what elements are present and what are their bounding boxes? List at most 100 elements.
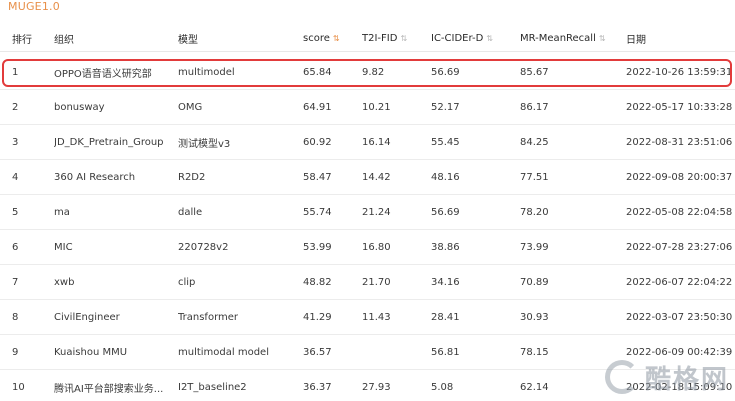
board-title: MUGE1.0: [8, 0, 60, 13]
cell-score: 64.91: [303, 101, 332, 113]
cell-score: 48.82: [303, 276, 332, 288]
cell-cider: 56.69: [431, 206, 460, 218]
cell-recall: 70.89: [520, 276, 549, 288]
sort-icon[interactable]: ⇅: [599, 34, 606, 43]
cell-model: OMG: [178, 101, 203, 113]
cell-rank: 8: [12, 311, 19, 323]
cell-rank: 4: [12, 171, 19, 183]
cell-org: Kuaishou MMU: [54, 346, 128, 358]
table-row[interactable]: 7 xwb clip 48.82 21.70 34.16 70.89 2022-06-07 2…: [0, 265, 735, 300]
cell-date: 2022-03-07 23:50:30: [626, 311, 733, 323]
watermark-text: 酷格网: [644, 364, 729, 395]
table-row[interactable]: 5 ma dalle 55.74 21.24 56.69 78.20 2022-05-08 2…: [0, 195, 735, 230]
cell-org: MIC: [54, 241, 73, 253]
cell-cider: 52.17: [431, 101, 460, 113]
cell-fid: 27.93: [362, 381, 391, 393]
column-header-date: 日期: [626, 35, 646, 46]
cell-model: I2T_baseline2: [178, 381, 247, 393]
cell-date: 2022-05-17 10:33:28: [626, 101, 733, 113]
cell-fid: 16.80: [362, 241, 391, 253]
cell-fid: 16.14: [362, 136, 391, 148]
cell-date: 2022-08-31 23:51:06: [626, 136, 733, 148]
cell-rank: 1: [12, 66, 19, 78]
cell-fid: 21.24: [362, 206, 391, 218]
column-header-cider[interactable]: IC-CIDEr-D ⇅: [431, 26, 517, 51]
cell-rank: 5: [12, 206, 19, 218]
leaderboard-page: MUGE1.0 排行 组织 模型 score ⇅ T2I-FID ⇅ IC-CIDE…: [0, 0, 735, 401]
cell-score: 36.37: [303, 381, 332, 393]
cell-cider: 34.16: [431, 276, 460, 288]
cell-model: multimodal model: [178, 346, 269, 358]
cell-score: 58.47: [303, 171, 332, 183]
cell-score: 53.99: [303, 241, 332, 253]
cell-score: 36.57: [303, 346, 332, 358]
cell-score: 60.92: [303, 136, 332, 148]
cell-fid: 14.42: [362, 171, 391, 183]
column-header-recall[interactable]: MR-MeanRecall ⇅: [520, 26, 624, 51]
cell-org: CivilEngineer: [54, 311, 120, 323]
table-row[interactable]: 8 CivilEngineer Transformer 41.29 11.43 28.41…: [0, 300, 735, 335]
table-row[interactable]: 1 OPPO语音语义研究部 multimodel 65.84 9.82 56.69 85.6…: [0, 55, 735, 90]
column-header-org: 组织: [54, 35, 74, 46]
cell-org: ma: [54, 206, 70, 218]
table-row[interactable]: 6 MIC 220728v2 53.99 16.80 38.86 73.99 2022-07-…: [0, 230, 735, 265]
cell-score: 65.84: [303, 66, 332, 78]
cell-date: 2022-07-28 23:27:06: [626, 241, 733, 253]
cell-cider: 28.41: [431, 311, 460, 323]
cell-recall: 85.67: [520, 66, 549, 78]
cell-date: 2022-09-08 20:00:37: [626, 171, 733, 183]
cell-model: 测试模型v3: [178, 138, 231, 150]
cell-recall: 77.51: [520, 171, 549, 183]
cell-recall: 30.93: [520, 311, 549, 323]
cell-recall: 84.25: [520, 136, 549, 148]
cell-cider: 48.16: [431, 171, 460, 183]
cell-org: 360 AI Research: [54, 171, 136, 183]
table-header: 排行 组织 模型 score ⇅ T2I-FID ⇅ IC-CIDEr-D ⇅ MR-…: [0, 26, 735, 52]
cell-cider: 38.86: [431, 241, 460, 253]
column-header-score[interactable]: score ⇅: [303, 26, 359, 51]
cell-cider: 56.69: [431, 66, 460, 78]
cell-rank: 3: [12, 136, 19, 148]
cell-rank: 2: [12, 101, 19, 113]
cell-model: R2D2: [178, 171, 206, 183]
cell-fid: 11.43: [362, 311, 391, 323]
sort-icon[interactable]: ⇅: [486, 34, 493, 43]
column-header-fid[interactable]: T2I-FID ⇅: [362, 26, 428, 51]
cell-date: 2022-06-07 22:04:22: [626, 276, 733, 288]
csdn-style-g-logo-icon: [604, 360, 639, 394]
cell-rank: 10: [12, 381, 25, 393]
cell-fid: [362, 335, 428, 369]
cell-org: JD_DK_Pretrain_Group: [54, 136, 164, 148]
cell-fid: 21.70: [362, 276, 391, 288]
cell-rank: 9: [12, 346, 19, 358]
cell-org: OPPO语音语义研究部: [54, 68, 152, 80]
column-header-rank: 排行: [12, 35, 32, 46]
cell-cider: 56.81: [431, 346, 460, 358]
cell-cider: 55.45: [431, 136, 460, 148]
cell-date: 2022-05-08 22:04:58: [626, 206, 733, 218]
cell-score: 41.29: [303, 311, 332, 323]
cell-fid: 9.82: [362, 66, 385, 78]
watermark: 酷格网: [604, 359, 729, 395]
table-row[interactable]: 3 JD_DK_Pretrain_Group 测试模型v3 60.92 16.14 55.…: [0, 125, 735, 160]
sort-desc-active-icon[interactable]: ⇅: [333, 34, 340, 43]
cell-model: clip: [178, 276, 196, 288]
cell-org: 腾讯AI平台部搜索业务...: [54, 383, 164, 395]
cell-rank: 6: [12, 241, 19, 253]
cell-model: Transformer: [178, 311, 239, 323]
cell-model: 220728v2: [178, 241, 229, 253]
cell-score: 55.74: [303, 206, 332, 218]
cell-recall: 86.17: [520, 101, 549, 113]
sort-icon[interactable]: ⇅: [400, 34, 407, 43]
cell-org: bonusway: [54, 101, 105, 113]
cell-model: dalle: [178, 206, 203, 218]
table-row[interactable]: 4 360 AI Research R2D2 58.47 14.42 48.16 77.51…: [0, 160, 735, 195]
cell-date: 2022-10-26 13:59:31: [626, 66, 733, 78]
cell-cider: 5.08: [431, 381, 454, 393]
cell-model: multimodel: [178, 66, 235, 78]
cell-rank: 7: [12, 276, 19, 288]
cell-recall: 78.20: [520, 206, 549, 218]
table-row[interactable]: 2 bonusway OMG 64.91 10.21 52.17 86.17 2022-05-…: [0, 90, 735, 125]
cell-org: xwb: [54, 276, 75, 288]
cell-recall: 73.99: [520, 241, 549, 253]
